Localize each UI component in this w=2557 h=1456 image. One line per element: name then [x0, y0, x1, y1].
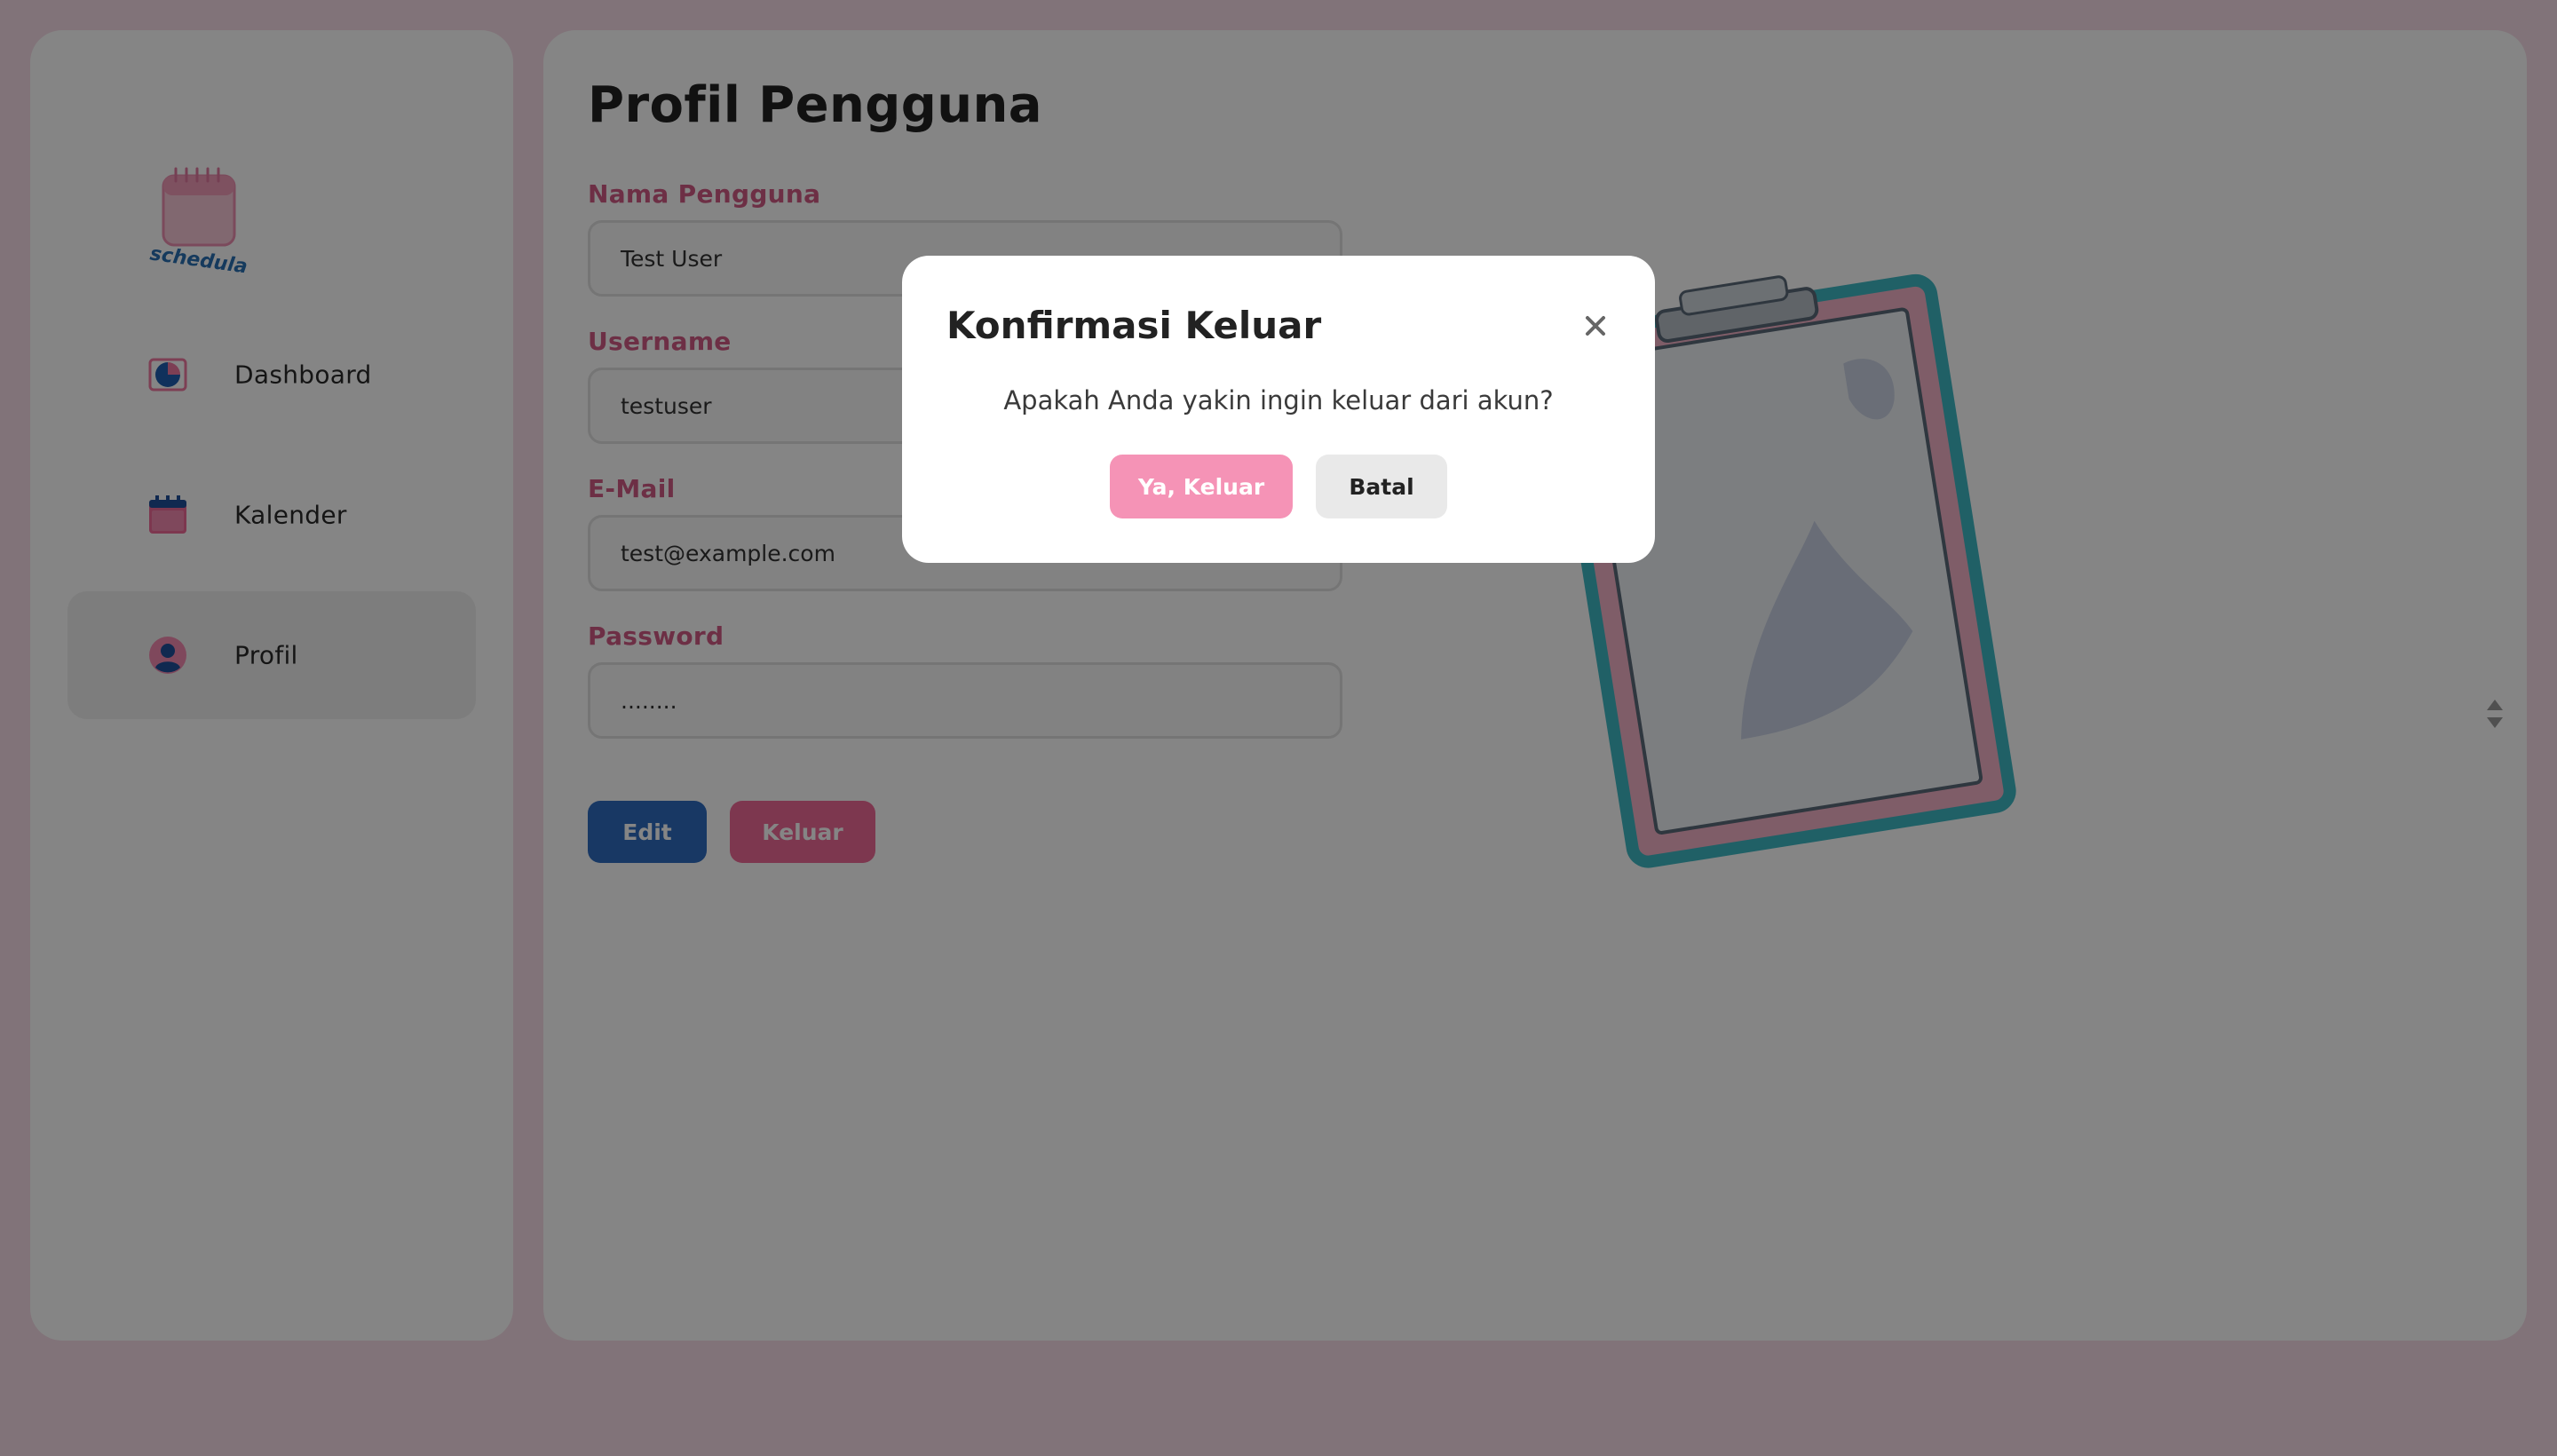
modal-backdrop[interactable]	[0, 0, 2557, 1456]
logout-confirm-dialog: Konfirmasi Keluar Apakah Anda yakin ingi…	[902, 256, 1655, 563]
dialog-message: Apakah Anda yakin ingin keluar dari akun…	[1003, 385, 1554, 415]
cancel-button[interactable]: Batal	[1316, 455, 1447, 518]
close-icon[interactable]	[1579, 309, 1612, 343]
dialog-title: Konfirmasi Keluar	[946, 304, 1322, 347]
confirm-logout-button[interactable]: Ya, Keluar	[1110, 455, 1293, 518]
